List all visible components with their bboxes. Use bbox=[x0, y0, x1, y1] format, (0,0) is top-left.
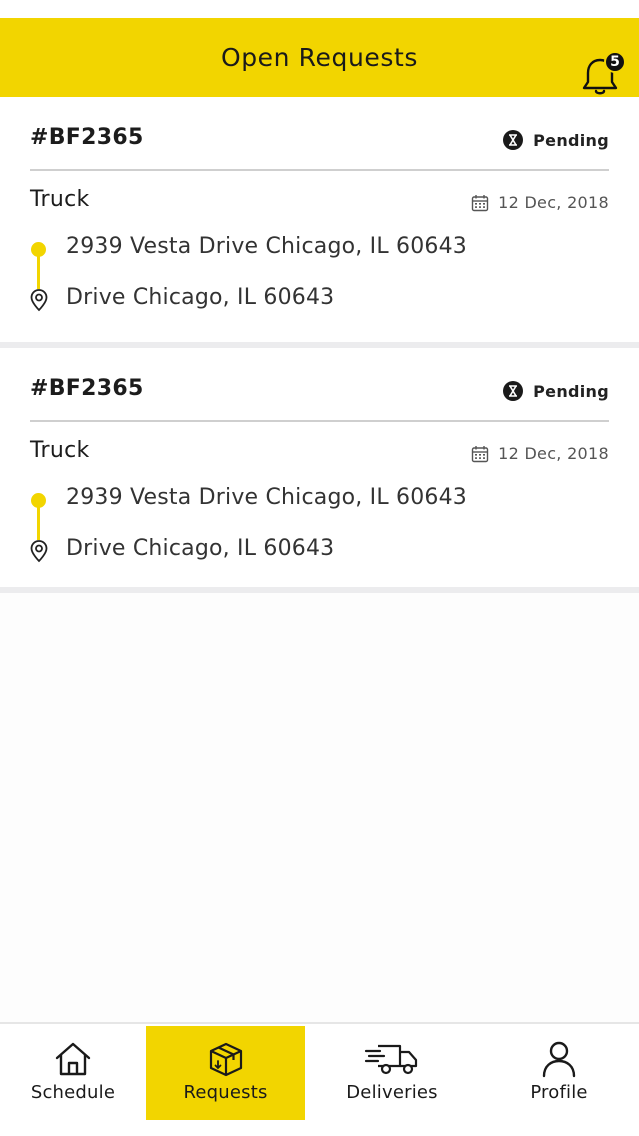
truck-icon bbox=[364, 1044, 418, 1075]
nav-label: Requests bbox=[183, 1082, 268, 1103]
hourglass-icon bbox=[503, 130, 524, 150]
hourglass-icon bbox=[503, 381, 524, 401]
nav-label: Profile bbox=[530, 1082, 588, 1103]
pickup-address: 2939 Vesta Drive Chicago, IL 60643 bbox=[66, 485, 467, 510]
dropoff-address: Drive Chicago, IL 60643 bbox=[66, 536, 335, 561]
calendar-icon bbox=[471, 445, 489, 462]
nav-item-deliveries[interactable]: Deliveries bbox=[305, 1026, 479, 1120]
vehicle-type: Truck bbox=[30, 187, 90, 212]
nav-item-schedule[interactable]: Schedule bbox=[0, 1026, 146, 1120]
notifications-button[interactable]: 5 bbox=[580, 51, 626, 99]
status-label: Pending bbox=[533, 130, 609, 150]
nav-label: Schedule bbox=[30, 1082, 116, 1103]
page-title: Open Requests bbox=[220, 43, 419, 72]
request-card[interactable]: #BF2365 Pending Truck 12 Dec, 2018 2939 … bbox=[0, 97, 639, 342]
app-header: Open Requests 5 bbox=[0, 18, 639, 97]
home-icon bbox=[55, 1042, 91, 1076]
calendar-icon bbox=[471, 194, 489, 211]
dropoff-address: Drive Chicago, IL 60643 bbox=[66, 285, 335, 310]
vehicle-type: Truck bbox=[30, 438, 90, 463]
card-separator bbox=[0, 587, 639, 593]
box-icon bbox=[209, 1042, 242, 1077]
pickup-address: 2939 Vesta Drive Chicago, IL 60643 bbox=[66, 234, 467, 259]
location-pin-icon bbox=[30, 289, 48, 312]
request-id: #BF2365 bbox=[30, 125, 144, 150]
request-date: 12 Dec, 2018 bbox=[471, 193, 609, 212]
nav-item-requests[interactable]: Requests bbox=[146, 1026, 305, 1120]
divider bbox=[30, 169, 609, 171]
route-line bbox=[37, 506, 40, 540]
location-pin-icon bbox=[30, 540, 48, 563]
nav-label: Deliveries bbox=[346, 1082, 438, 1103]
status-bar-area bbox=[0, 0, 639, 18]
status-badge: Pending bbox=[503, 381, 609, 401]
notification-badge: 5 bbox=[604, 51, 626, 73]
user-icon bbox=[542, 1041, 576, 1078]
status-label: Pending bbox=[533, 381, 609, 401]
date-text: 12 Dec, 2018 bbox=[498, 444, 609, 463]
request-id: #BF2365 bbox=[30, 376, 144, 401]
nav-item-profile[interactable]: Profile bbox=[479, 1026, 639, 1120]
bottom-nav: Schedule Requests Deliveries Profile bbox=[0, 1022, 639, 1136]
date-text: 12 Dec, 2018 bbox=[498, 193, 609, 212]
divider bbox=[30, 420, 609, 422]
status-badge: Pending bbox=[503, 130, 609, 150]
request-date: 12 Dec, 2018 bbox=[471, 444, 609, 463]
request-card[interactable]: #BF2365 Pending Truck 12 Dec, 2018 2939 … bbox=[0, 348, 639, 593]
route-line bbox=[37, 255, 40, 289]
